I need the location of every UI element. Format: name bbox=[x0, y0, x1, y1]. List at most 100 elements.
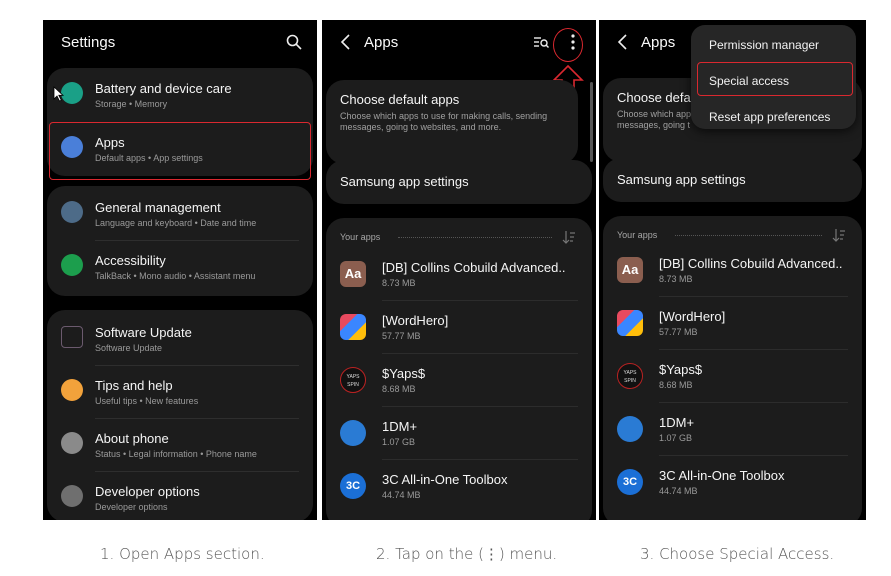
info-icon bbox=[61, 432, 83, 454]
item-sub: Storage • Memory bbox=[95, 99, 168, 109]
app-size: 1.07 GB bbox=[382, 437, 416, 447]
divider bbox=[95, 240, 299, 241]
item-label: Developer options bbox=[95, 484, 200, 499]
item-label: Accessibility bbox=[95, 253, 166, 268]
settings-item-accessibility[interactable]: Accessibility TalkBack • Mono audio • As… bbox=[47, 242, 313, 294]
item-label: Software Update bbox=[95, 325, 192, 340]
settings-item-developer-options[interactable]: Developer options Developer options bbox=[47, 473, 313, 520]
item-label: General management bbox=[95, 200, 221, 215]
settings-item-battery[interactable]: Battery and device care Storage • Memory bbox=[47, 70, 313, 122]
page-title: Settings bbox=[61, 34, 116, 51]
apps-highlight-box bbox=[49, 122, 311, 180]
app-row[interactable]: 1DM+ 1.07 GB bbox=[603, 403, 862, 456]
menu-highlight-circle bbox=[553, 28, 583, 62]
app-name: 3C All-in-One Toolbox bbox=[659, 468, 785, 483]
app-name: [WordHero] bbox=[659, 309, 726, 324]
filter-search-icon[interactable] bbox=[532, 33, 550, 51]
software-update-icon bbox=[61, 326, 83, 348]
item-sub: TalkBack • Mono audio • Assistant menu bbox=[95, 271, 256, 281]
app-size: 57.77 MB bbox=[382, 331, 421, 341]
wordhero-icon bbox=[617, 310, 643, 336]
scrollbar[interactable] bbox=[590, 82, 593, 162]
app-name: $Yaps$ bbox=[382, 366, 426, 381]
app-size: 8.73 MB bbox=[382, 278, 416, 288]
settings-header: Settings bbox=[43, 20, 317, 64]
app-name: [DB] Collins Cobuild Advanced.. bbox=[382, 260, 566, 275]
your-apps-card: Your apps Aa [DB] Collins Cobuild Advanc… bbox=[603, 216, 862, 520]
page-title: Apps bbox=[641, 34, 676, 51]
item-sub: Status • Legal information • Phone name bbox=[95, 449, 257, 459]
app-row[interactable]: 3C 3C All-in-One Toolbox 44.74 MB bbox=[603, 456, 862, 509]
step-caption-3: 3. Choose Special Access. bbox=[640, 545, 835, 563]
yaps-icon: YAPS SPIN bbox=[340, 367, 366, 393]
default-apps-sub: Choose which apps to use for making call… bbox=[340, 111, 548, 132]
1dm-download-icon bbox=[617, 416, 643, 442]
app-row[interactable]: Aa [DB] Collins Cobuild Advanced.. 8.73 … bbox=[326, 248, 592, 301]
settings-screen: Settings Battery and device care Storage… bbox=[43, 20, 317, 520]
special-access-highlight-box bbox=[697, 62, 853, 96]
item-sub: Developer options bbox=[95, 502, 168, 512]
3c-toolbox-icon: 3C bbox=[340, 473, 366, 499]
your-apps-card: Your apps Aa [DB] Collins Cobuild Advanc… bbox=[326, 218, 592, 520]
app-row[interactable]: YAPS SPIN $Yaps$ 8.68 MB bbox=[603, 350, 862, 403]
1dm-download-icon bbox=[340, 420, 366, 446]
app-name: [WordHero] bbox=[382, 313, 449, 328]
item-label: Battery and device care bbox=[95, 81, 232, 96]
default-apps-card[interactable]: Choose default apps Choose which apps to… bbox=[326, 80, 578, 164]
app-name: 3C All-in-One Toolbox bbox=[382, 472, 508, 487]
divider bbox=[398, 237, 552, 238]
collins-aa-icon: Aa bbox=[340, 261, 366, 287]
app-row[interactable]: YAPS SPIN $Yaps$ 8.68 MB bbox=[326, 354, 592, 407]
app-size: 8.68 MB bbox=[382, 384, 416, 394]
sort-icon[interactable] bbox=[832, 228, 846, 242]
back-icon[interactable] bbox=[338, 32, 354, 52]
app-name: [DB] Collins Cobuild Advanced.. bbox=[659, 256, 843, 271]
search-icon[interactable] bbox=[285, 33, 303, 51]
app-row[interactable]: Aa [DB] Collins Cobuild Advanced.. 8.73 … bbox=[603, 244, 862, 297]
item-sub: Software Update bbox=[95, 343, 163, 353]
app-name: 1DM+ bbox=[382, 419, 418, 434]
divider bbox=[95, 418, 299, 419]
item-sub: Useful tips • New features bbox=[95, 396, 199, 406]
settings-group-3: Software Update Software Update Tips and… bbox=[47, 310, 313, 520]
item-label: About phone bbox=[95, 431, 169, 446]
settings-item-software-update[interactable]: Software Update Software Update bbox=[47, 314, 313, 366]
your-apps-label: Your apps bbox=[617, 230, 658, 240]
step-caption-2: 2. Tap on the (⋮) menu. bbox=[376, 545, 558, 563]
general-management-icon bbox=[61, 201, 83, 223]
menu-item-permission-manager[interactable]: Permission manager bbox=[709, 38, 819, 52]
item-sub: Language and keyboard • Date and time bbox=[95, 218, 257, 228]
sort-icon[interactable] bbox=[562, 230, 576, 244]
app-size: 44.74 MB bbox=[382, 490, 421, 500]
samsung-app-settings-label: Samsung app settings bbox=[617, 172, 746, 187]
default-apps-title: Choose defa bbox=[617, 90, 691, 105]
app-row[interactable]: 3C 3C All-in-One Toolbox 44.74 MB bbox=[326, 460, 592, 513]
app-size: 8.68 MB bbox=[659, 380, 693, 390]
settings-item-general-management[interactable]: General management Language and keyboard… bbox=[47, 189, 313, 241]
app-size: 8.73 MB bbox=[659, 274, 693, 284]
default-apps-title: Choose default apps bbox=[340, 92, 460, 107]
menu-item-reset-app-preferences[interactable]: Reset app preferences bbox=[709, 110, 830, 124]
app-row[interactable]: [WordHero] 57.77 MB bbox=[603, 297, 862, 350]
settings-item-about-phone[interactable]: About phone Status • Legal information •… bbox=[47, 420, 313, 472]
page-title: Apps bbox=[364, 34, 399, 51]
app-row[interactable]: 1DM+ 1.07 GB bbox=[326, 407, 592, 460]
apps-menu-screen: Apps Choose defa Choose which app messag… bbox=[599, 20, 866, 520]
3c-toolbox-icon: 3C bbox=[617, 469, 643, 495]
app-size: 44.74 MB bbox=[659, 486, 698, 496]
app-size: 1.07 GB bbox=[659, 433, 693, 443]
divider bbox=[95, 471, 299, 472]
item-label: Tips and help bbox=[95, 378, 173, 393]
accessibility-icon bbox=[61, 254, 83, 276]
back-icon[interactable] bbox=[615, 32, 631, 52]
app-row[interactable]: [WordHero] 57.77 MB bbox=[326, 301, 592, 354]
tips-bulb-icon bbox=[61, 379, 83, 401]
samsung-app-settings-card[interactable]: Samsung app settings bbox=[603, 158, 862, 202]
your-apps-label: Your apps bbox=[340, 232, 381, 242]
samsung-app-settings-label: Samsung app settings bbox=[340, 174, 469, 189]
samsung-app-settings-card[interactable]: Samsung app settings bbox=[326, 160, 592, 204]
divider bbox=[95, 365, 299, 366]
settings-group-2: General management Language and keyboard… bbox=[47, 186, 313, 296]
app-name: 1DM+ bbox=[659, 415, 695, 430]
settings-item-tips[interactable]: Tips and help Useful tips • New features bbox=[47, 367, 313, 419]
